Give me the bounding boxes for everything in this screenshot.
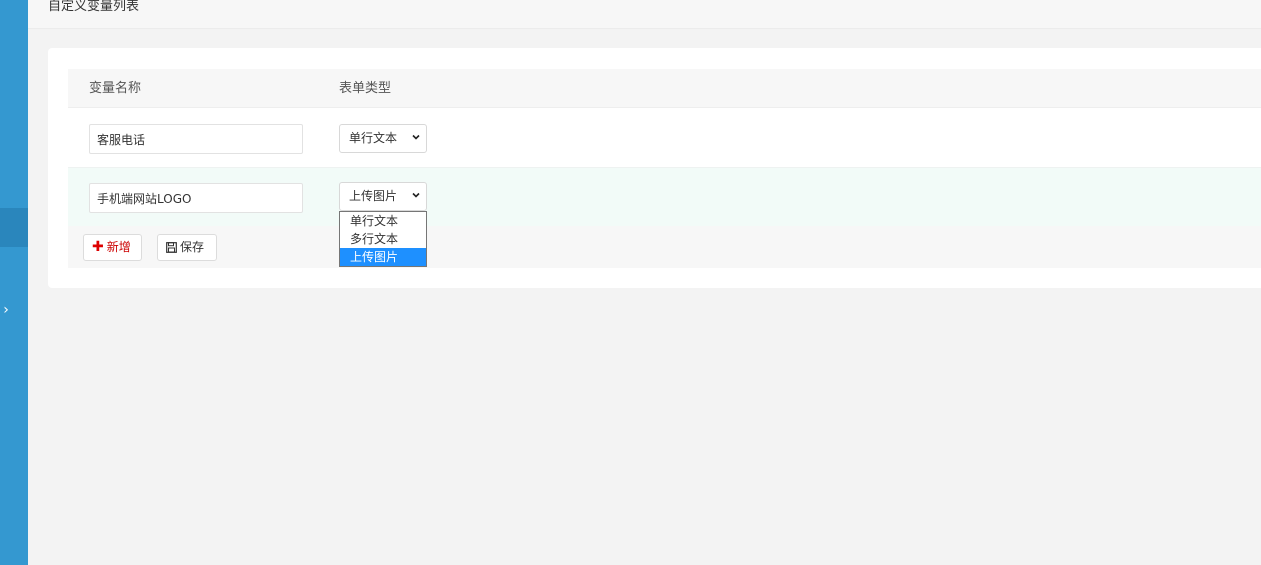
floppy-disk-icon <box>166 242 177 253</box>
table-footer: ✚ 新增 保存 <box>68 226 1261 268</box>
variable-name-input[interactable] <box>89 124 303 154</box>
chevron-down-icon <box>412 134 420 140</box>
add-button[interactable]: ✚ 新增 <box>83 234 142 261</box>
save-button[interactable]: 保存 <box>157 234 217 261</box>
form-type-selected-value: 单行文本 <box>349 131 398 145</box>
form-type-select[interactable]: 上传图片 <box>339 182 427 211</box>
form-type-dropdown: 单行文本 多行文本 上传图片 <box>339 211 427 267</box>
table-row: 上传图片 <box>68 168 1261 226</box>
sidebar-active-item[interactable] <box>0 208 28 247</box>
dropdown-option-selected[interactable]: 上传图片 <box>340 248 426 266</box>
save-button-label: 保存 <box>180 240 205 254</box>
form-type-select[interactable]: 单行文本 <box>339 124 427 153</box>
main-area: 自定义变量列表 变量名称 表单类型 单行文本 上传图片 <box>28 0 1261 565</box>
variables-table: 变量名称 表单类型 单行文本 上传图片 ✚新增 <box>68 69 1261 268</box>
header-form-type: 表单类型 <box>339 81 392 96</box>
plus-icon: ✚ <box>92 239 104 255</box>
variables-card: 变量名称 表单类型 单行文本 上传图片 ✚新增 <box>48 48 1261 288</box>
sidebar: › <box>0 0 28 565</box>
add-button-label: 新增 <box>106 240 131 254</box>
chevron-right-icon[interactable]: › <box>0 300 12 320</box>
table-row: 单行文本 <box>68 109 1261 168</box>
dropdown-option[interactable]: 单行文本 <box>340 212 426 230</box>
page-title: 自定义变量列表 <box>48 0 140 14</box>
chevron-down-icon <box>412 192 420 198</box>
header-variable-name: 变量名称 <box>89 81 142 96</box>
form-type-selected-value: 上传图片 <box>349 189 398 203</box>
variable-name-input[interactable] <box>89 183 303 213</box>
page-header: 自定义变量列表 <box>28 0 1261 29</box>
dropdown-option[interactable]: 多行文本 <box>340 230 426 248</box>
table-header: 变量名称 表单类型 <box>68 69 1261 108</box>
